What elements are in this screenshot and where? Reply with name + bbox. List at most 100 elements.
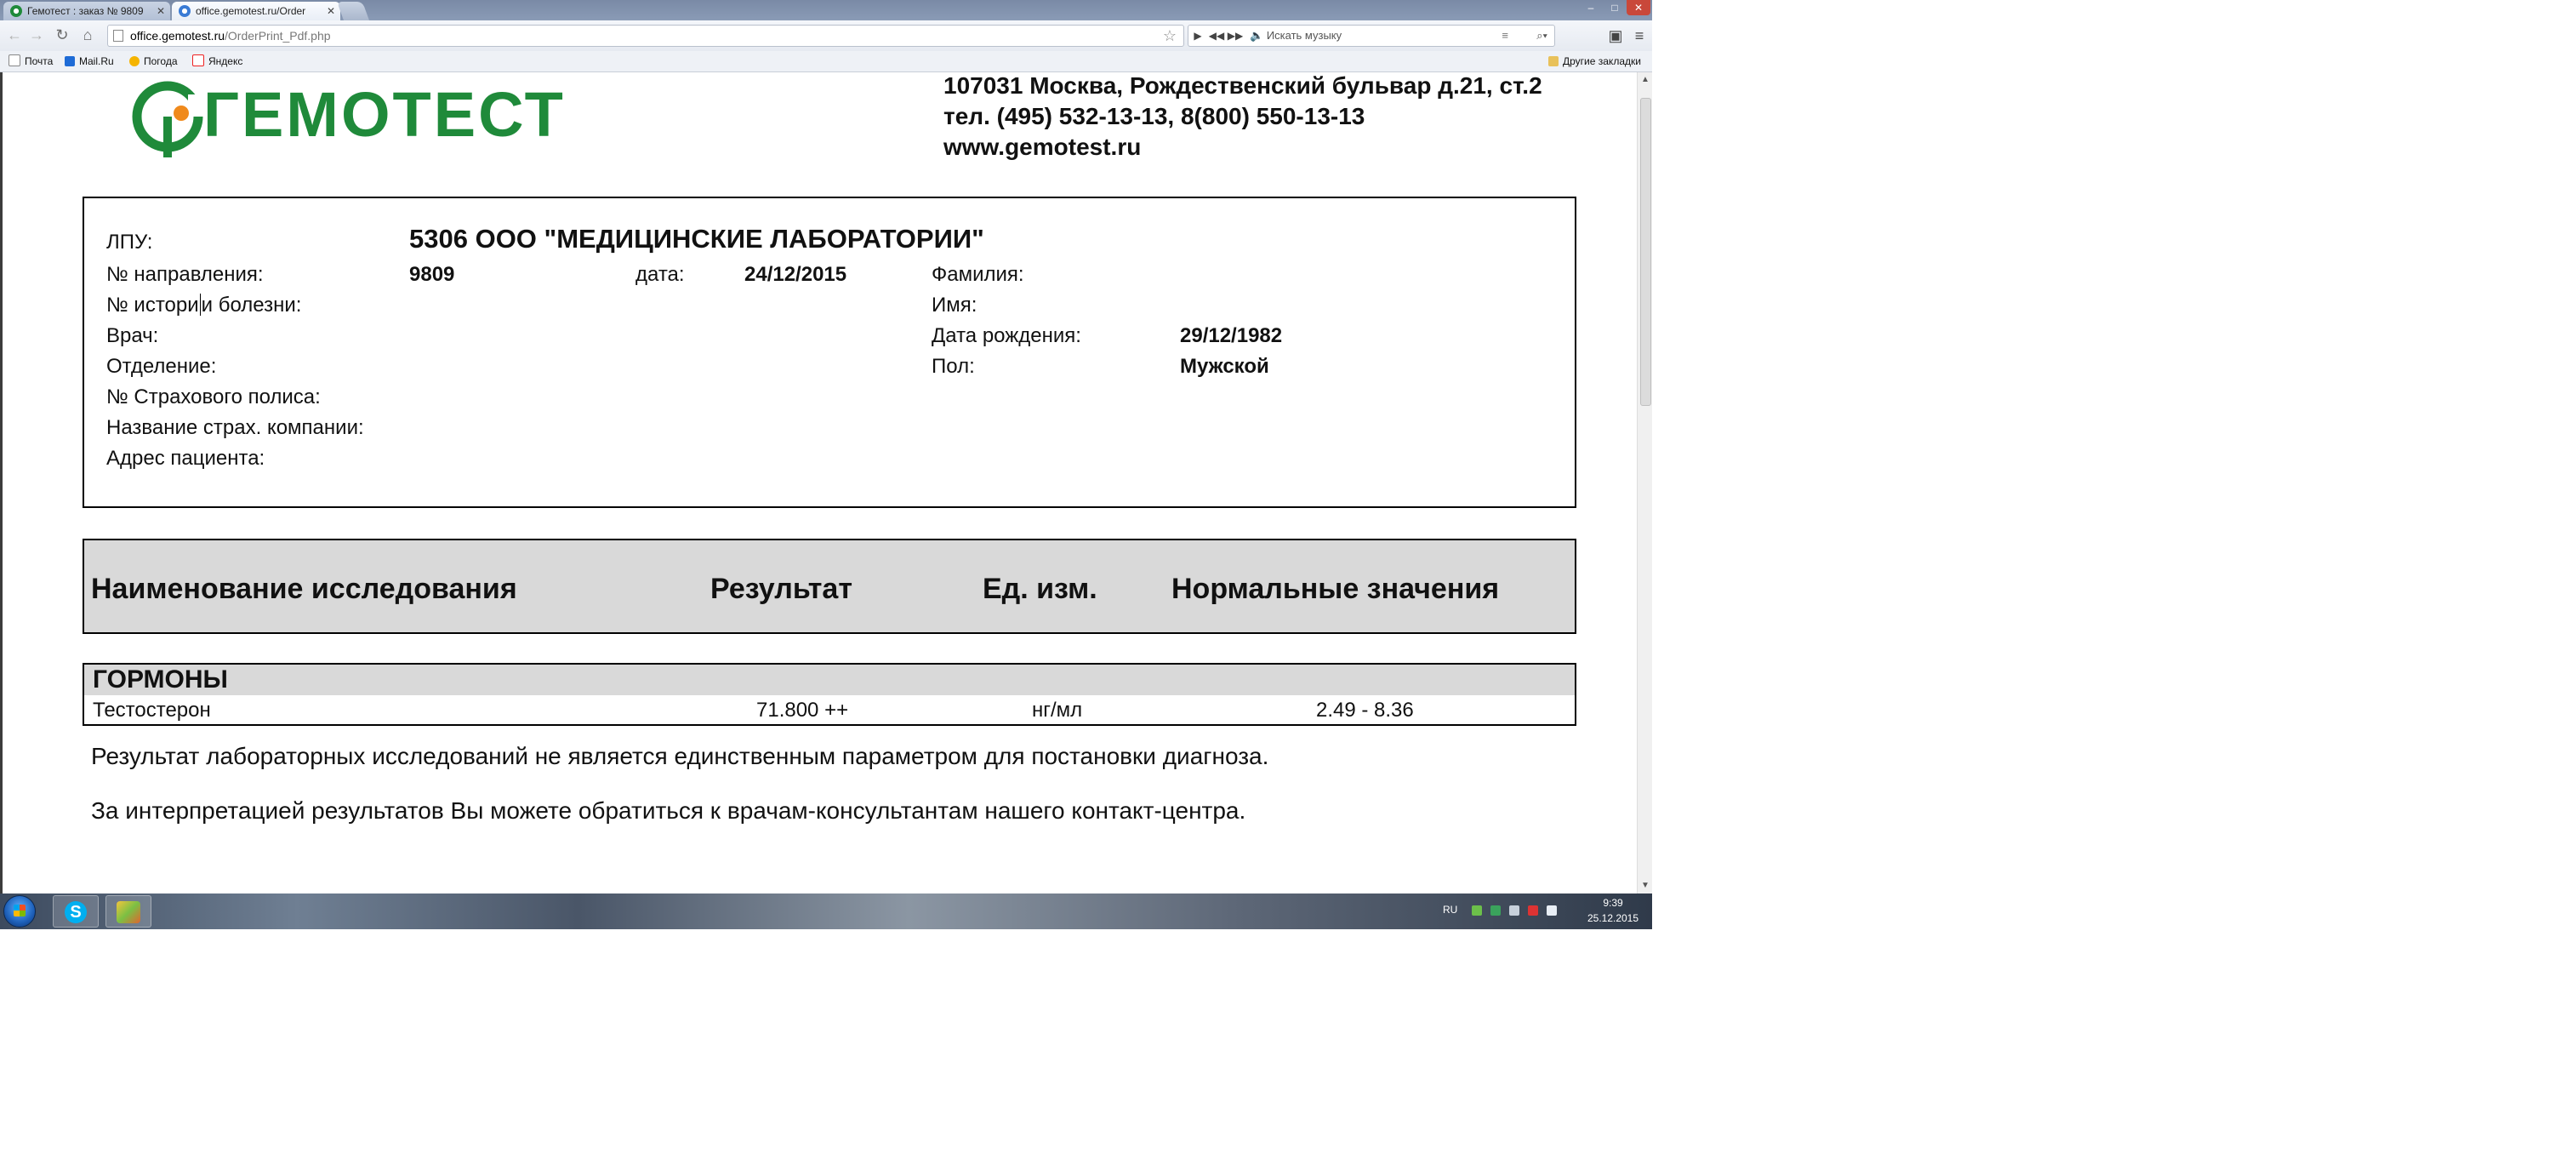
tab-gemotest-order[interactable]: Гемотест : заказ № 9809 ✕ — [3, 2, 170, 20]
forward-arrow-icon[interactable]: → — [27, 26, 46, 44]
folder-icon — [1548, 56, 1559, 66]
test-unit: нг/мл — [1032, 699, 1083, 722]
player-menu-icon[interactable]: ≡ — [1502, 26, 1508, 46]
music-player-bar: ▶ ◀◀ ▶▶ 🔈 Искать музыку ≡ ⌕▾ — [1188, 25, 1555, 47]
previous-track-icon[interactable]: ◀◀ — [1207, 26, 1226, 46]
language-indicator[interactable]: RU — [1443, 904, 1457, 916]
referral-value: 9809 — [409, 263, 455, 286]
history-label-part: и болезни: — [201, 294, 302, 317]
search-icon[interactable]: ⌕▾ — [1536, 26, 1547, 46]
text-cursor — [199, 294, 201, 316]
tray-signal-icon[interactable] — [1547, 905, 1557, 916]
tab-order-print[interactable]: office.gemotest.ru/Order ✕ — [172, 2, 340, 20]
sex-value: Мужской — [1180, 355, 1269, 378]
bookmark-pochta[interactable]: Почта — [9, 51, 53, 71]
group-row: ГОРМОНЫ — [84, 665, 1575, 695]
browser-app-icon — [117, 901, 140, 923]
bookmark-mailru[interactable]: Mail.Ru — [65, 51, 114, 71]
minimize-window-icon[interactable]: – — [1579, 0, 1603, 15]
clock-date[interactable]: 25.12.2015 — [1579, 912, 1647, 924]
scrollbar-thumb[interactable] — [1640, 98, 1651, 406]
screen: Гемотест : заказ № 9809 ✕ office.gemotes… — [0, 0, 1652, 929]
date-value: 24/12/2015 — [744, 263, 847, 286]
patient-info-box: ЛПУ: 5306 ООО "МЕДИЦИНСКИЕ ЛАБОРАТОРИИ" … — [83, 197, 1576, 508]
start-button[interactable] — [3, 895, 36, 928]
page-favicon-icon — [179, 5, 191, 17]
bookmarks-bar: Почта Mail.Ru Погода Яндекс Другие закла… — [0, 51, 1652, 72]
column-header-unit: Ед. изм. — [983, 573, 1097, 605]
insurer-label: Название страх. компании: — [106, 416, 364, 439]
new-tab-button[interactable] — [336, 2, 370, 20]
lpu-value: 5306 ООО "МЕДИЦИНСКИЕ ЛАБОРАТОРИИ" — [409, 224, 984, 254]
clock-time[interactable]: 9:39 — [1587, 897, 1638, 909]
patient-address-label: Адрес пациента: — [106, 447, 265, 470]
department-label: Отделение: — [106, 355, 217, 378]
gemotest-favicon-icon — [10, 5, 22, 17]
bookmark-label: Mail.Ru — [79, 55, 114, 67]
bookmark-yandex[interactable]: Яндекс — [192, 51, 242, 71]
column-header-result: Результат — [710, 573, 852, 605]
maximize-window-icon[interactable]: □ — [1603, 0, 1627, 15]
lab-phone: тел. (495) 532-13-13, 8(800) 550-13-13 — [943, 103, 1365, 129]
bookmark-star-icon[interactable]: ☆ — [1163, 26, 1177, 46]
name-label: Имя: — [932, 294, 977, 317]
next-track-icon[interactable]: ▶▶ — [1226, 26, 1245, 46]
extension-icon[interactable]: ▣ — [1604, 26, 1627, 46]
birthdate-label: Дата рождения: — [932, 324, 1081, 347]
windows-logo-icon — [14, 905, 26, 916]
tab-title: office.gemotest.ru/Order — [196, 5, 306, 17]
page-scrollbar[interactable]: ▲ ▼ — [1637, 72, 1652, 894]
close-tab-icon[interactable]: ✕ — [157, 2, 165, 20]
reload-icon[interactable]: ↻ — [53, 26, 71, 44]
column-header-name: Наименование исследования — [91, 573, 517, 605]
results-header: Наименование исследования Результат Ед. … — [83, 539, 1576, 634]
results-table: ГОРМОНЫ Тестостерон 71.800 ++ нг/мл 2.49… — [83, 663, 1576, 726]
referral-label: № направления: — [106, 263, 264, 286]
back-arrow-icon[interactable]: ← — [5, 26, 24, 44]
speaker-icon: 🔈 — [1250, 29, 1264, 42]
tray-app-icon[interactable] — [1472, 905, 1482, 916]
weather-icon — [129, 56, 140, 66]
test-reference: 2.49 - 8.36 — [1316, 699, 1414, 722]
taskbar-browser[interactable] — [105, 895, 151, 928]
history-label: № истори и болезни: — [106, 294, 301, 317]
address-bar[interactable]: office.gemotest.ru/OrderPrint_Pdf.php ☆ — [107, 25, 1184, 47]
bookmark-pogoda[interactable]: Погода — [129, 51, 178, 71]
tab-title: Гемотест : заказ № 9809 — [27, 5, 144, 17]
table-row: Тестостерон 71.800 ++ нг/мл 2.49 - 8.36 — [84, 695, 1575, 726]
music-search-placeholder: Искать музыку — [1266, 29, 1342, 42]
date-label: дата: — [635, 263, 685, 286]
page-icon — [9, 54, 20, 66]
birthdate-value: 29/12/1982 — [1180, 324, 1283, 347]
scroll-down-arrow-icon[interactable]: ▼ — [1638, 878, 1652, 894]
music-search-input[interactable]: 🔈 Искать музыку — [1250, 26, 1342, 46]
home-icon[interactable]: ⌂ — [78, 26, 97, 44]
url-path: /OrderPrint_Pdf.php — [225, 29, 331, 43]
browser-menu-icon[interactable]: ≡ — [1628, 26, 1650, 46]
skype-icon: S — [65, 901, 87, 923]
bookmark-label: Другие закладки — [1563, 55, 1641, 67]
taskbar-skype[interactable]: S — [53, 895, 99, 928]
tray-network-icon[interactable] — [1490, 905, 1501, 916]
mailru-icon — [65, 56, 75, 66]
test-result: 71.800 ++ — [756, 699, 849, 722]
tray-flag-icon[interactable] — [1528, 905, 1538, 916]
bookmark-label: Почта — [25, 55, 54, 67]
bookmark-label: Яндекс — [208, 55, 243, 67]
bookmark-label: Погода — [144, 55, 178, 67]
close-window-icon[interactable]: ✕ — [1627, 0, 1650, 15]
consultation-note: За интерпретацией результатов Вы можете … — [91, 797, 1246, 824]
browser-toolbar: ← → ↻ ⌂ office.gemotest.ru/OrderPrint_Pd… — [0, 20, 1652, 52]
close-tab-icon[interactable]: ✕ — [327, 2, 335, 20]
lab-website: www.gemotest.ru — [943, 134, 1142, 160]
gemotest-logo: ГЕМОТЕСТ — [128, 79, 639, 164]
surname-label: Фамилия: — [932, 263, 1024, 286]
other-bookmarks[interactable]: Другие закладки — [1548, 51, 1641, 71]
lpu-label: ЛПУ: — [106, 231, 153, 254]
scroll-up-arrow-icon[interactable]: ▲ — [1638, 72, 1652, 88]
play-icon[interactable]: ▶ — [1188, 26, 1207, 46]
yandex-icon — [192, 54, 204, 66]
test-name: Тестостерон — [93, 699, 211, 722]
tray-volume-icon[interactable] — [1509, 905, 1519, 916]
windows-taskbar: S RU 9:39 25.12.2015 — [0, 894, 1652, 929]
